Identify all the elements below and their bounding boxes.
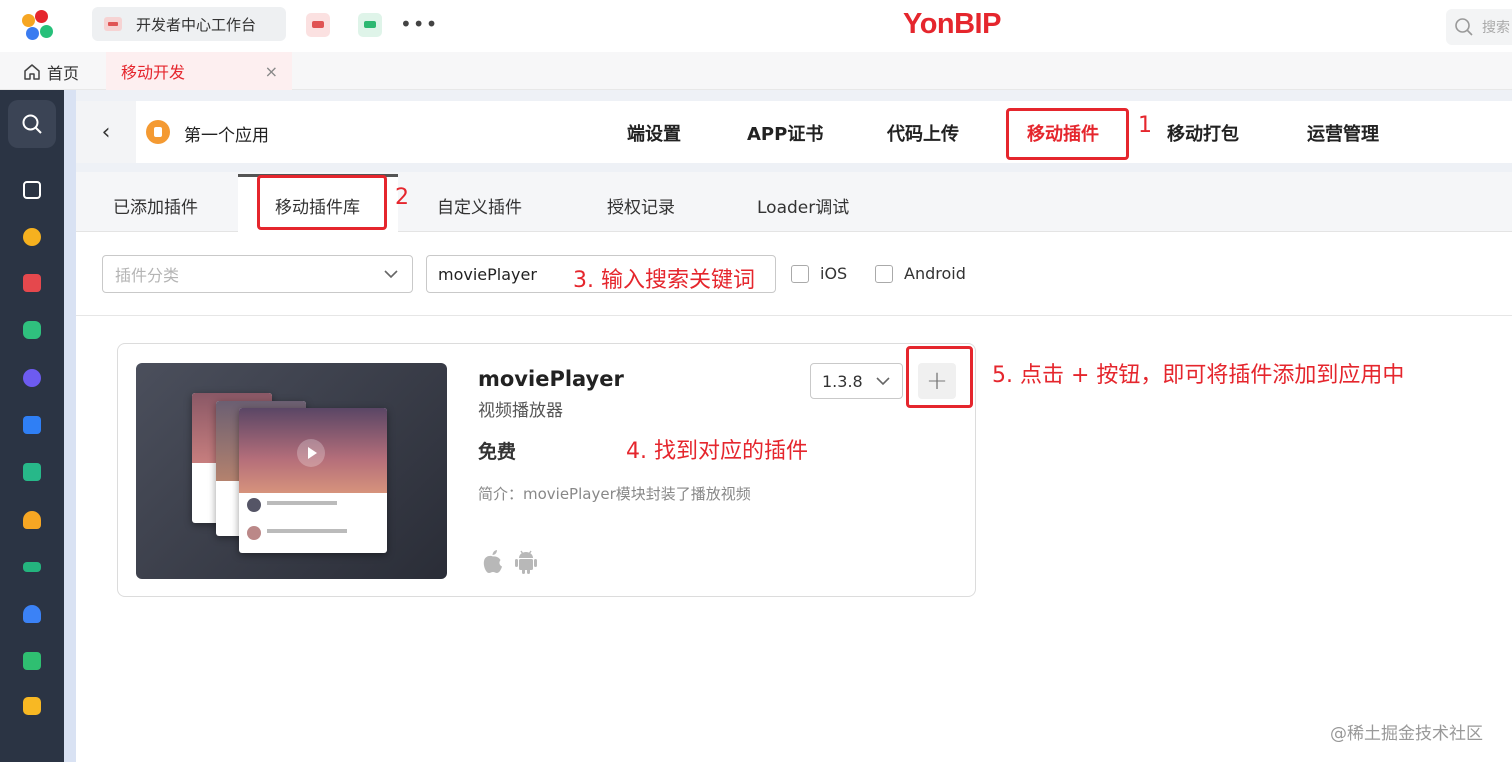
tab-home[interactable]: 首页	[22, 60, 79, 84]
annotation-box-mobile-plugins	[1006, 108, 1129, 160]
workbench-tab-label: 开发者中心工作台	[136, 15, 257, 34]
play-icon	[297, 439, 325, 467]
annotation-box-plugin-library	[257, 175, 387, 230]
green-printer-icon[interactable]	[20, 460, 44, 484]
android-icon	[515, 550, 537, 574]
workbench-icon	[104, 17, 122, 31]
red-grid-icon[interactable]	[20, 271, 44, 295]
user-settings-icon[interactable]	[20, 602, 44, 626]
home-icon	[24, 64, 40, 80]
hexagon-apps-icon[interactable]	[20, 225, 44, 249]
user-badge-icon[interactable]	[20, 508, 44, 532]
sidebar-divider	[64, 90, 76, 762]
subtab-added-plugins[interactable]: 已添加插件	[113, 193, 198, 218]
plugin-description: 简介：moviePlayer模块封装了播放视频	[478, 485, 751, 503]
app-avatar-icon	[146, 120, 170, 144]
annotation-step-2: 2	[395, 185, 409, 210]
favorites-folder-icon[interactable]	[20, 178, 44, 202]
plugin-category-select[interactable]: 插件分类	[102, 255, 413, 293]
green-clover-icon[interactable]	[20, 318, 44, 342]
android-checkbox[interactable]	[875, 265, 893, 283]
plugin-name: moviePlayer	[478, 367, 624, 391]
nav-client-settings[interactable]: 端设置	[627, 120, 681, 146]
tab-mobile-dev[interactable]: 移动开发 ×	[106, 52, 292, 90]
nav-code-upload[interactable]: 代码上传	[887, 120, 959, 146]
subtab-loader-debug[interactable]: Loader调试	[757, 193, 849, 218]
plugin-thumbnail	[136, 363, 447, 579]
version-select[interactable]: 1.3.8	[810, 363, 903, 399]
green-puzzle-icon[interactable]	[20, 649, 44, 673]
more-apps-icon[interactable]: •••	[400, 12, 438, 36]
ios-checkbox[interactable]	[791, 265, 809, 283]
annotation-step-3: 3. 输入搜索关键词	[573, 268, 755, 293]
subtab-custom-plugins[interactable]: 自定义插件	[437, 193, 522, 218]
search-icon	[22, 114, 42, 134]
star-badge-icon[interactable]	[20, 694, 44, 718]
nav-app-certificate[interactable]: APP证书	[747, 120, 823, 146]
plugin-price: 免费	[478, 441, 517, 463]
watermark: @稀土掘金技术社区	[1330, 724, 1483, 744]
plugin-subtitle: 视频播放器	[478, 401, 563, 421]
subtab-authorization-records[interactable]: 授权记录	[607, 193, 675, 218]
back-button[interactable]: ‹	[76, 101, 136, 163]
nav-operations[interactable]: 运营管理	[1307, 120, 1379, 146]
annotation-step-5: 5. 点击 + 按钮，即可将插件添加到应用中	[992, 363, 1405, 388]
purple-task-icon[interactable]	[20, 366, 44, 390]
blue-document-icon[interactable]	[20, 413, 44, 437]
tab-mobile-dev-label: 移动开发	[121, 63, 186, 82]
category-placeholder: 插件分类	[115, 266, 180, 285]
annotation-box-add-button	[906, 346, 973, 408]
search-input-value: moviePlayer	[438, 264, 537, 284]
chevron-down-icon	[384, 270, 398, 279]
search-icon	[1455, 18, 1473, 36]
annotation-step-4: 4. 找到对应的插件	[626, 439, 808, 464]
app-launcher-logo-icon[interactable]	[22, 10, 56, 42]
search-placeholder: 搜索	[1482, 20, 1510, 36]
app-name: 第一个应用	[184, 126, 269, 146]
version-value: 1.3.8	[822, 371, 863, 391]
message-app-icon[interactable]: .top-icon[data-name="message-app-icon"]:…	[306, 13, 330, 37]
workbench-tab[interactable]: 开发者中心工作台	[92, 7, 286, 41]
left-sidebar	[0, 90, 64, 762]
graduation-cap-icon[interactable]	[20, 555, 44, 579]
chevron-down-icon	[876, 377, 890, 386]
close-icon[interactable]: ×	[265, 62, 278, 81]
annotation-step-1: 1	[1138, 113, 1152, 138]
nav-mobile-packaging[interactable]: 移动打包	[1167, 120, 1239, 146]
sidebar-search-button[interactable]	[8, 100, 56, 148]
tab-home-label: 首页	[47, 64, 80, 83]
apple-icon	[483, 550, 502, 573]
ios-checkbox-label: iOS	[820, 264, 848, 283]
brand-logo: YonBIP	[903, 8, 1001, 40]
android-checkbox-label: Android	[904, 264, 966, 283]
chart-app-icon[interactable]: .top-icon[data-name="chart-app-icon"]::a…	[358, 13, 382, 37]
global-search[interactable]: 搜索	[1446, 9, 1512, 45]
